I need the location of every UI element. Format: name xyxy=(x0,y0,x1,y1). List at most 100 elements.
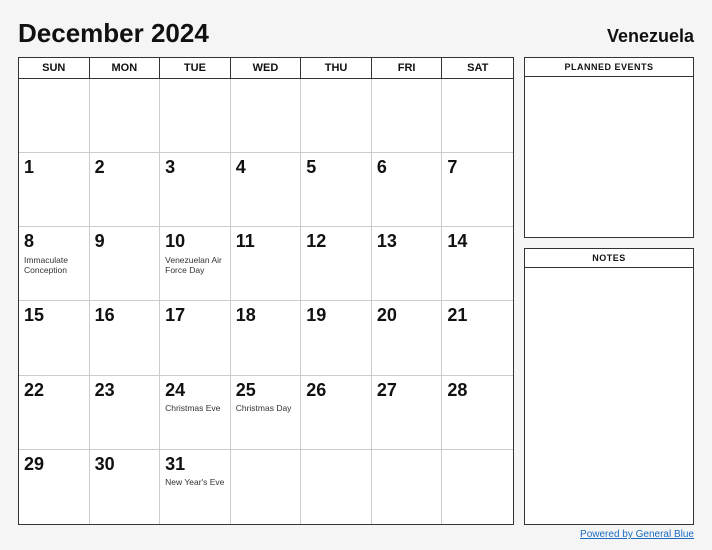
cell-number-19: 19 xyxy=(306,305,366,327)
calendar-cell-10: 10Venezuelan Air Force Day xyxy=(160,227,231,301)
cell-number-22: 22 xyxy=(24,380,84,402)
cell-number-30: 30 xyxy=(95,454,155,476)
cell-number-2: 2 xyxy=(95,157,155,179)
calendar-cell-empty xyxy=(90,79,161,153)
notes-content xyxy=(525,268,693,524)
cell-number-7: 7 xyxy=(447,157,508,179)
cell-number-31: 31 xyxy=(165,454,225,476)
calendar-cell-11: 11 xyxy=(231,227,302,301)
cell-number-13: 13 xyxy=(377,231,437,253)
calendar-cell-empty xyxy=(442,450,513,524)
calendar-cell-22: 22 xyxy=(19,376,90,450)
cell-number-5: 5 xyxy=(306,157,366,179)
calendar-grid: 12345678Immaculate Conception910Venezuel… xyxy=(19,79,513,524)
cell-number-16: 16 xyxy=(95,305,155,327)
calendar-cell-empty xyxy=(442,79,513,153)
cell-number-26: 26 xyxy=(306,380,366,402)
calendar-cell-13: 13 xyxy=(372,227,443,301)
calendar-cell-14: 14 xyxy=(442,227,513,301)
footer: Powered by General Blue xyxy=(18,529,694,540)
calendar-cell-24: 24Christmas Eve xyxy=(160,376,231,450)
calendar-cell-12: 12 xyxy=(301,227,372,301)
calendar-cell-25: 25Christmas Day xyxy=(231,376,302,450)
calendar-cell-27: 27 xyxy=(372,376,443,450)
notes-box: NOTES xyxy=(524,248,694,525)
calendar-cell-empty xyxy=(231,450,302,524)
notes-label: NOTES xyxy=(525,249,693,268)
cell-number-27: 27 xyxy=(377,380,437,402)
calendar-cell-30: 30 xyxy=(90,450,161,524)
cell-number-18: 18 xyxy=(236,305,296,327)
calendar-cell-28: 28 xyxy=(442,376,513,450)
cell-number-17: 17 xyxy=(165,305,225,327)
planned-events-content xyxy=(525,77,693,237)
calendar-cell-empty xyxy=(301,79,372,153)
cell-event: Christmas Eve xyxy=(165,403,220,413)
calendar-cell-3: 3 xyxy=(160,153,231,227)
cell-number-29: 29 xyxy=(24,454,84,476)
calendar-cell-6: 6 xyxy=(372,153,443,227)
calendar-cell-empty xyxy=(160,79,231,153)
cell-number-9: 9 xyxy=(95,231,155,253)
calendar-cell-19: 19 xyxy=(301,301,372,375)
cell-number-23: 23 xyxy=(95,380,155,402)
cell-event: Immaculate Conception xyxy=(24,255,84,275)
calendar-cell-2: 2 xyxy=(90,153,161,227)
calendar-cell-9: 9 xyxy=(90,227,161,301)
day-header-wed: WED xyxy=(231,58,302,78)
cell-number-14: 14 xyxy=(447,231,508,253)
cell-number-20: 20 xyxy=(377,305,437,327)
calendar-cell-empty xyxy=(372,450,443,524)
day-header-sun: SUN xyxy=(19,58,90,78)
cell-number-25: 25 xyxy=(236,380,296,402)
cell-number-24: 24 xyxy=(165,380,225,402)
header: December 2024 Venezuela xyxy=(18,18,694,49)
side-panel: PLANNED EVENTS NOTES xyxy=(524,57,694,525)
day-header-tue: TUE xyxy=(160,58,231,78)
calendar-cell-empty xyxy=(372,79,443,153)
calendar-cell-26: 26 xyxy=(301,376,372,450)
cell-event: New Year's Eve xyxy=(165,477,224,487)
day-header-sat: SAT xyxy=(442,58,513,78)
calendar-cell-21: 21 xyxy=(442,301,513,375)
calendar-cell-20: 20 xyxy=(372,301,443,375)
cell-number-28: 28 xyxy=(447,380,508,402)
calendar-cell-empty xyxy=(301,450,372,524)
calendar-cell-empty xyxy=(231,79,302,153)
month-year-title: December 2024 xyxy=(18,18,209,49)
cell-number-15: 15 xyxy=(24,305,84,327)
calendar: SUNMONTUEWEDTHUFRISAT 12345678Immaculate… xyxy=(18,57,514,525)
planned-events-box: PLANNED EVENTS xyxy=(524,57,694,238)
calendar-cell-31: 31New Year's Eve xyxy=(160,450,231,524)
calendar-cell-5: 5 xyxy=(301,153,372,227)
calendar-cell-17: 17 xyxy=(160,301,231,375)
calendar-cell-4: 4 xyxy=(231,153,302,227)
cell-number-12: 12 xyxy=(306,231,366,253)
cell-number-1: 1 xyxy=(24,157,84,179)
cell-number-8: 8 xyxy=(24,231,84,253)
calendar-cell-1: 1 xyxy=(19,153,90,227)
powered-by-link[interactable]: Powered by General Blue xyxy=(580,529,694,540)
day-header-mon: MON xyxy=(90,58,161,78)
main-content: SUNMONTUEWEDTHUFRISAT 12345678Immaculate… xyxy=(18,57,694,525)
day-headers: SUNMONTUEWEDTHUFRISAT xyxy=(19,58,513,79)
day-header-thu: THU xyxy=(301,58,372,78)
calendar-cell-7: 7 xyxy=(442,153,513,227)
calendar-cell-15: 15 xyxy=(19,301,90,375)
cell-number-4: 4 xyxy=(236,157,296,179)
cell-number-11: 11 xyxy=(236,231,296,253)
cell-number-6: 6 xyxy=(377,157,437,179)
cell-number-3: 3 xyxy=(165,157,225,179)
cell-event: Christmas Day xyxy=(236,403,292,413)
page: December 2024 Venezuela SUNMONTUEWEDTHUF… xyxy=(0,0,712,550)
country-title: Venezuela xyxy=(607,26,694,47)
calendar-cell-18: 18 xyxy=(231,301,302,375)
calendar-cell-23: 23 xyxy=(90,376,161,450)
planned-events-label: PLANNED EVENTS xyxy=(525,58,693,77)
cell-event: Venezuelan Air Force Day xyxy=(165,255,225,275)
day-header-fri: FRI xyxy=(372,58,443,78)
calendar-cell-16: 16 xyxy=(90,301,161,375)
cell-number-10: 10 xyxy=(165,231,225,253)
calendar-cell-29: 29 xyxy=(19,450,90,524)
calendar-cell-empty xyxy=(19,79,90,153)
